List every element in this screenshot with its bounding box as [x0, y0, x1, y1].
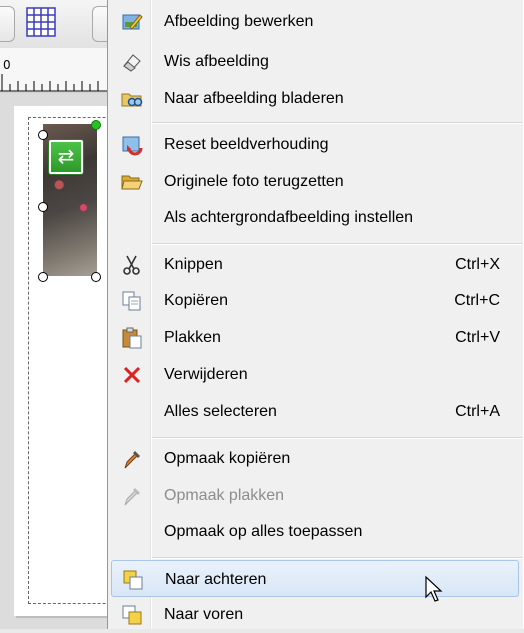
- ruler-ticks: [0, 74, 110, 92]
- menu-item-copy-format[interactable]: Opmaak kopiëren: [108, 440, 522, 477]
- menu-separator: [152, 557, 522, 559]
- menu-item-clear-image[interactable]: Wis afbeelding: [108, 43, 522, 80]
- paste-icon: [121, 327, 143, 349]
- resize-handle[interactable]: [38, 130, 48, 140]
- menu-separator: [152, 122, 522, 124]
- delete-x-icon: [121, 364, 143, 386]
- resize-handle[interactable]: [38, 272, 48, 282]
- menu-item-paste-format[interactable]: Opmaak plakken: [108, 477, 522, 514]
- bring-forward-icon: [121, 604, 143, 626]
- pencil-image-icon: [121, 11, 143, 33]
- menu-item-select-all[interactable]: Alles selecteren Ctrl+A: [108, 393, 522, 430]
- menu-item-copy[interactable]: Kopiëren Ctrl+C: [108, 282, 522, 319]
- menu-item-edit-image[interactable]: Afbeelding bewerken: [108, 3, 522, 40]
- menu-item-reset-aspect[interactable]: Reset beeldverhouding: [108, 126, 522, 163]
- shortcut-label: Ctrl+X: [455, 256, 500, 273]
- open-folder-icon: [121, 171, 143, 193]
- menu-item-paste[interactable]: Plakken Ctrl+V: [108, 319, 522, 356]
- menu-item-bring-forward[interactable]: Naar voren: [108, 596, 522, 633]
- eraser-icon: [121, 51, 143, 73]
- menu-item-send-backward[interactable]: Naar achteren: [111, 560, 519, 597]
- menu-item-restore-photo[interactable]: Originele foto terugzetten: [108, 163, 522, 200]
- menu-item-apply-format-all[interactable]: Opmaak op alles toepassen: [108, 513, 522, 550]
- menu-item-browse-image[interactable]: Naar afbeelding bladeren: [108, 80, 522, 117]
- menu-separator: [152, 243, 522, 245]
- rotate-handle[interactable]: [91, 120, 101, 130]
- resize-handle[interactable]: [91, 272, 101, 282]
- resize-handle[interactable]: [38, 202, 48, 212]
- reset-aspect-icon: [121, 134, 143, 156]
- copy-icon: [121, 290, 143, 312]
- grid-icon[interactable]: [22, 5, 60, 41]
- shortcut-label: Ctrl+V: [455, 329, 500, 346]
- shortcut-label: Ctrl+C: [454, 292, 500, 309]
- toolbar-button[interactable]: [0, 6, 15, 42]
- menu-separator: [152, 437, 522, 439]
- menu-item-delete[interactable]: Verwijderen: [108, 356, 522, 393]
- menu-item-set-background[interactable]: Als achtergrondafbeelding instellen: [108, 199, 522, 236]
- context-menu: Afbeelding bewerken Wis afbeelding Naar …: [107, 0, 524, 629]
- shortcut-label: Ctrl+A: [455, 403, 500, 420]
- menu-item-cut[interactable]: Knippen Ctrl+X: [108, 246, 522, 283]
- swap-photo-icon[interactable]: ⇄: [49, 140, 83, 174]
- scissors-icon: [121, 254, 143, 276]
- send-backward-icon: [122, 569, 144, 591]
- mouse-cursor-icon: [424, 575, 444, 609]
- eyedropper-disabled-icon: [121, 485, 143, 507]
- eyedropper-icon: [121, 448, 143, 470]
- browse-image-icon: [121, 88, 143, 110]
